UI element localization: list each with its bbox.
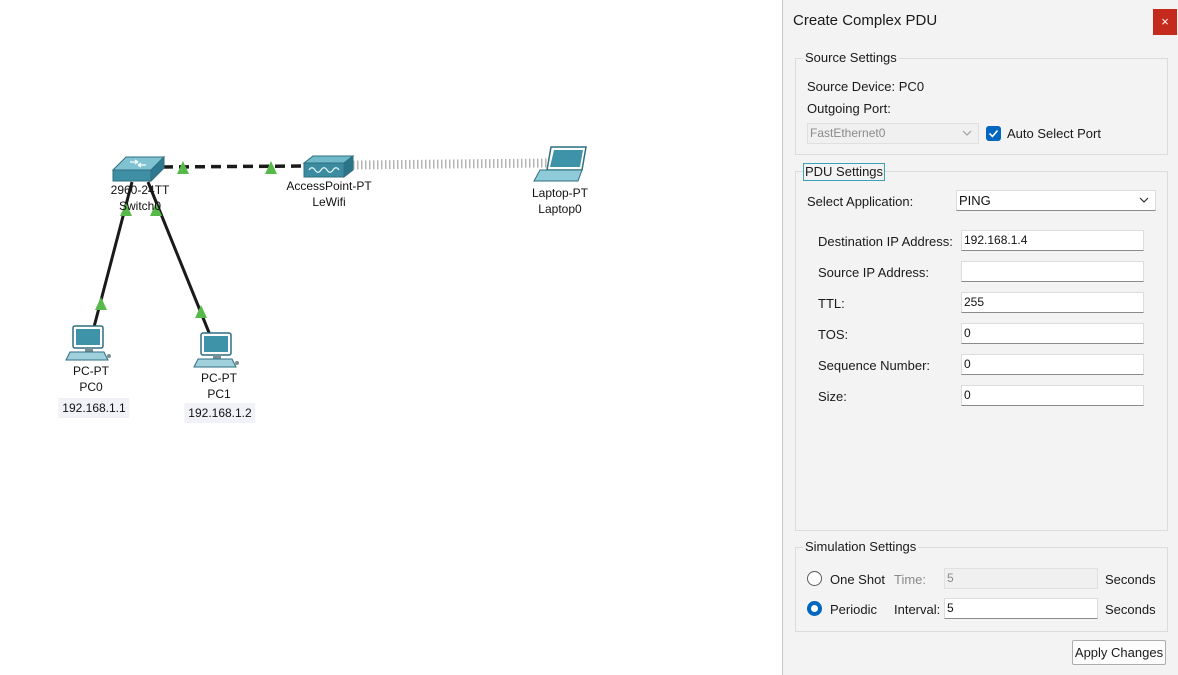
auto-select-port-checkbox[interactable] bbox=[986, 126, 1001, 141]
chevron-down-icon bbox=[962, 130, 972, 136]
one-shot-radio[interactable] bbox=[807, 571, 822, 586]
chevron-down-icon bbox=[1139, 197, 1149, 203]
access-point-model-label: AccessPoint-PT bbox=[286, 179, 372, 193]
ttl-input[interactable]: 255 bbox=[961, 292, 1144, 313]
pc1-ip-label: 192.168.1.2 bbox=[184, 403, 256, 423]
size-input[interactable]: 0 bbox=[961, 385, 1144, 406]
tos-input[interactable]: 0 bbox=[961, 323, 1144, 344]
pc1-model-label: PC-PT bbox=[201, 371, 237, 385]
pc0-model-label: PC-PT bbox=[73, 364, 109, 378]
access-point-name-label: LeWifi bbox=[312, 195, 346, 209]
destination-ip-label: Destination IP Address: bbox=[818, 234, 953, 249]
pdu-settings-group bbox=[795, 171, 1168, 531]
tos-label: TOS: bbox=[818, 327, 849, 342]
close-button[interactable]: × bbox=[1153, 9, 1177, 35]
pc1-icon bbox=[193, 332, 239, 368]
pdu-settings-legend: PDU Settings bbox=[803, 163, 886, 181]
destination-ip-input[interactable]: 192.168.1.4 bbox=[961, 230, 1144, 251]
apply-changes-button[interactable]: Apply Changes bbox=[1072, 640, 1166, 665]
source-ip-label: Source IP Address: bbox=[818, 265, 930, 280]
laptop-name-label: Laptop0 bbox=[538, 202, 582, 216]
time-unit-label: Seconds bbox=[1105, 572, 1156, 587]
time-input[interactable]: 5 bbox=[944, 568, 1098, 589]
pc0-name-label: PC0 bbox=[79, 380, 103, 394]
link-up-indicator bbox=[95, 297, 107, 310]
sequence-number-input[interactable]: 0 bbox=[961, 354, 1144, 375]
create-complex-pdu-dialog: Create Complex PDU × Source Settings Sou… bbox=[782, 0, 1178, 675]
laptop-model-label: Laptop-PT bbox=[531, 186, 589, 200]
one-shot-label[interactable]: One Shot bbox=[830, 572, 885, 588]
simulation-settings-legend: Simulation Settings bbox=[803, 539, 919, 555]
source-device-label: Source Device: PC0 bbox=[807, 79, 925, 94]
source-ip-input[interactable] bbox=[961, 261, 1144, 282]
periodic-label[interactable]: Periodic bbox=[830, 602, 877, 618]
link-up-indicator bbox=[195, 305, 207, 318]
simulation-settings-group bbox=[795, 547, 1168, 632]
switch-name-label: Switch0 bbox=[118, 199, 162, 213]
switch-icon bbox=[111, 155, 166, 183]
pc0-icon bbox=[65, 325, 111, 361]
source-settings-legend: Source Settings bbox=[803, 50, 899, 66]
outgoing-port-label: Outgoing Port: bbox=[807, 101, 891, 116]
application-value: PING bbox=[959, 193, 991, 208]
checkmark-icon bbox=[988, 129, 999, 138]
sequence-number-label: Sequence Number: bbox=[818, 358, 931, 373]
switch-model-label: 2960-24TT bbox=[110, 183, 170, 197]
ttl-label: TTL: bbox=[818, 296, 845, 311]
wireless-link bbox=[352, 158, 549, 170]
pc1-name-label: PC1 bbox=[207, 387, 231, 401]
access-point-icon bbox=[302, 154, 355, 179]
interval-unit-label: Seconds bbox=[1105, 602, 1156, 617]
close-icon: × bbox=[1161, 14, 1169, 29]
topology-canvas[interactable]: 2960-24TT Switch0 AccessPoint-PT LeWifi … bbox=[0, 0, 782, 675]
topology-links bbox=[65, 146, 587, 368]
interval-label: Interval: bbox=[894, 602, 941, 617]
time-label: Time: bbox=[894, 572, 927, 587]
size-label: Size: bbox=[818, 389, 847, 404]
auto-select-port-label[interactable]: Auto Select Port bbox=[1007, 126, 1101, 142]
outgoing-port-select[interactable]: FastEthernet0 bbox=[807, 123, 979, 144]
periodic-radio[interactable] bbox=[807, 601, 822, 616]
select-application-label: Select Application: bbox=[807, 194, 914, 209]
application-select[interactable]: PING bbox=[956, 190, 1156, 211]
outgoing-port-value: FastEthernet0 bbox=[810, 126, 886, 140]
pc0-ip-label: 192.168.1.1 bbox=[58, 398, 130, 418]
interval-input[interactable]: 5 bbox=[944, 598, 1098, 619]
dialog-title: Create Complex PDU bbox=[793, 12, 938, 29]
